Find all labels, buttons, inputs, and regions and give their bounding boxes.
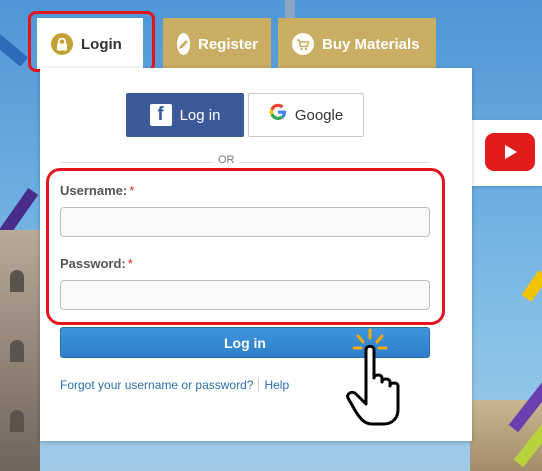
hand-cursor-icon bbox=[346, 328, 400, 426]
building-window bbox=[10, 410, 24, 432]
tab-login[interactable]: Login bbox=[37, 18, 143, 70]
youtube-card[interactable] bbox=[472, 120, 542, 186]
building-window bbox=[10, 270, 24, 292]
social-login: f Log in Google bbox=[126, 93, 364, 137]
tab-register[interactable]: Register bbox=[163, 18, 271, 70]
tab-label: Register bbox=[198, 35, 259, 53]
password-label: Password: * bbox=[60, 256, 133, 271]
required-mark: * bbox=[129, 183, 135, 198]
help-link[interactable]: Help bbox=[264, 378, 289, 392]
facebook-icon: f bbox=[149, 104, 172, 126]
help-links: Forgot your username or password? Help bbox=[60, 378, 289, 392]
facebook-login-label: Log in bbox=[179, 106, 221, 124]
divider-line bbox=[60, 162, 430, 163]
google-login-button[interactable]: Google bbox=[248, 93, 364, 137]
building-window bbox=[10, 340, 24, 362]
cart-icon bbox=[292, 33, 314, 55]
background-building bbox=[0, 230, 40, 471]
background-tower bbox=[285, 0, 295, 20]
background-stripe bbox=[0, 25, 29, 67]
username-field[interactable] bbox=[60, 207, 430, 237]
divider-text: OR bbox=[214, 154, 239, 166]
google-icon bbox=[269, 103, 287, 127]
facebook-login-button[interactable]: f Log in bbox=[126, 93, 244, 137]
forgot-credentials-link[interactable]: Forgot your username or password? bbox=[60, 378, 253, 392]
required-mark: * bbox=[127, 256, 133, 271]
tab-label: Login bbox=[81, 35, 122, 53]
background-stripe bbox=[521, 270, 542, 302]
tab-buy-materials[interactable]: Buy Materials bbox=[278, 18, 436, 70]
tab-label: Buy Materials bbox=[322, 35, 420, 53]
pencil-icon bbox=[177, 33, 190, 55]
username-label: Username: * bbox=[60, 183, 134, 198]
lock-icon bbox=[51, 33, 73, 55]
link-separator bbox=[258, 378, 260, 392]
youtube-play-icon[interactable] bbox=[485, 133, 535, 171]
google-login-label: Google bbox=[294, 106, 344, 124]
password-field[interactable] bbox=[60, 280, 430, 310]
password-label-text: Password: bbox=[60, 256, 126, 271]
username-label-text: Username: bbox=[60, 183, 128, 198]
